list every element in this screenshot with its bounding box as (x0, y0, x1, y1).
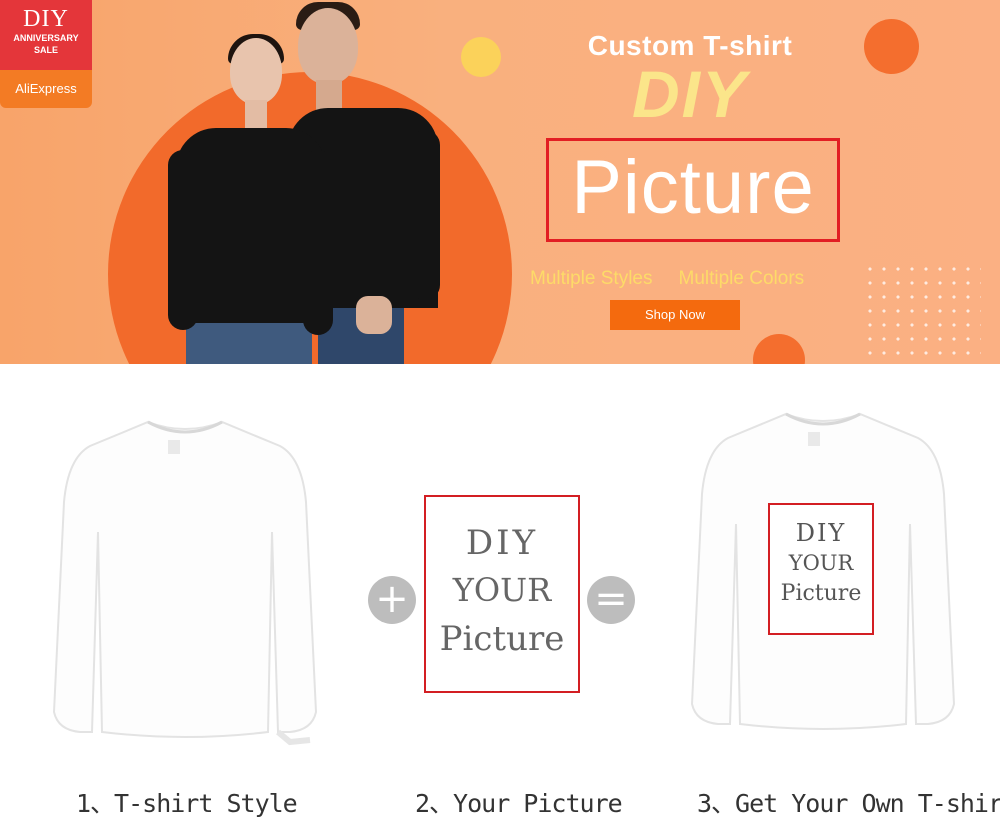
woman-head (230, 38, 282, 104)
woman-arm-right (303, 150, 333, 335)
step-3-caption: 3、Get Your Own T-shirt (697, 789, 1000, 818)
badge-line-2: SALE (33, 45, 58, 55)
card-your: YOUR (452, 571, 552, 609)
step-2-caption: 2、Your Picture (415, 789, 623, 818)
banner-features: Multiple Styles Multiple Colors (530, 268, 860, 290)
decor-circle-orange (864, 19, 919, 74)
badge-line-1: ANNIVERSARY (13, 33, 79, 43)
woman-arm-left (168, 150, 198, 330)
man-hand (356, 296, 392, 334)
feature-styles: Multiple Styles (530, 268, 653, 289)
anniversary-badge: DIY ANNIVERSARY SALE AliExpress (0, 0, 92, 110)
step-1-caption: 1、T-shirt Style (76, 789, 298, 818)
your-picture-card: DIY YOUR Picture (424, 495, 580, 693)
print-diy: DIY (795, 519, 847, 547)
decor-circle-yellow (461, 37, 501, 77)
brand-logo: AliExpress (0, 70, 92, 108)
feature-colors: Multiple Colors (678, 268, 805, 289)
man-head (298, 8, 358, 84)
promo-banner[interactable]: DIY ANNIVERSARY SALE AliExpress Custom T… (0, 0, 1000, 364)
card-picture: Picture (439, 619, 565, 659)
tshirt-shape (52, 420, 318, 746)
print-picture: Picture (780, 581, 862, 606)
plus-icon: + (368, 576, 416, 624)
woman-jeans (186, 318, 312, 364)
print-your: YOUR (788, 551, 854, 575)
card-diy: DIY (465, 523, 539, 563)
woman-neck (245, 100, 267, 130)
printed-design: DIY YOUR Picture (768, 503, 874, 635)
equals-icon: = (587, 576, 635, 624)
badge-top: DIY ANNIVERSARY SALE (0, 0, 92, 70)
banner-picture-title: Picture (571, 145, 815, 230)
decor-circle-orange-bottom (753, 334, 805, 364)
badge-diy: DIY (23, 6, 69, 32)
man-arm (410, 130, 440, 300)
plain-tshirt-image (40, 412, 330, 752)
decor-dot-grid (863, 262, 981, 362)
banner-diy-title: DIY (631, 57, 749, 131)
shop-now-button[interactable]: Shop Now (610, 300, 740, 330)
